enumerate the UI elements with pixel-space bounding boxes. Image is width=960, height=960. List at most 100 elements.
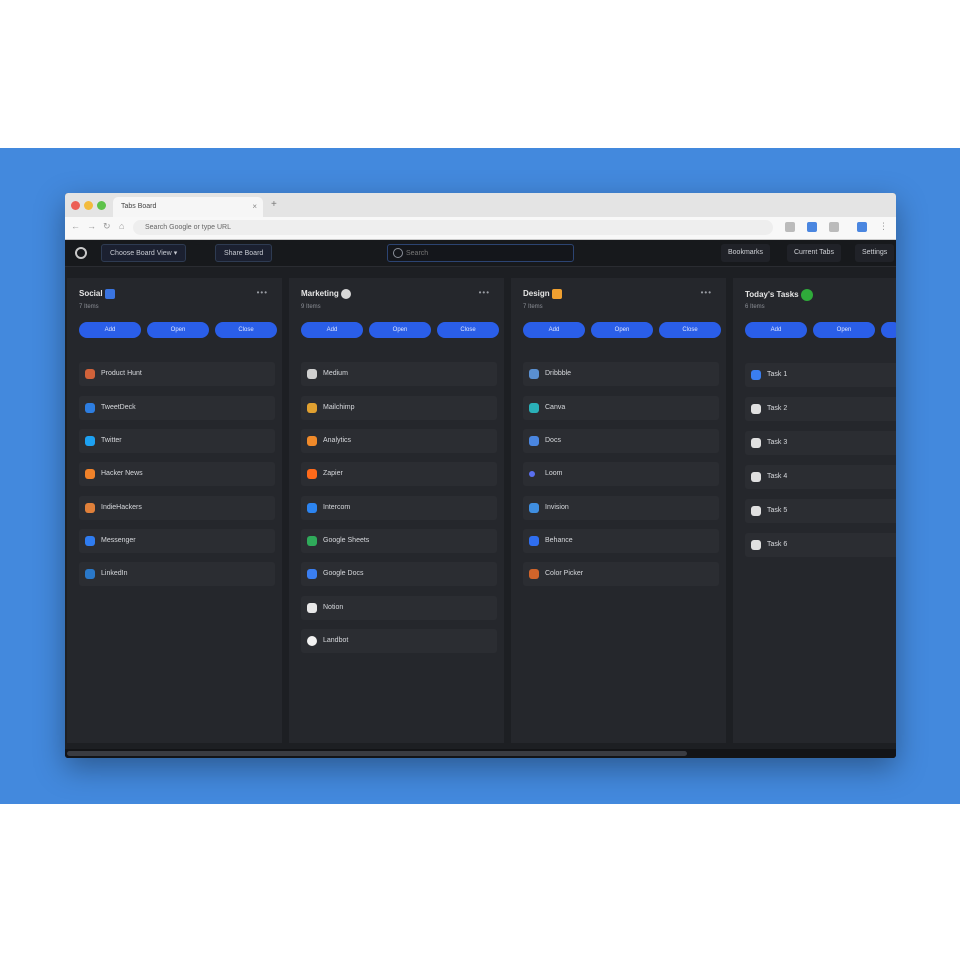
close-button[interactable]: Close [215,322,277,338]
site-favicon-icon [85,369,95,379]
site-favicon-icon [307,403,317,413]
current-tabs-button[interactable]: Current Tabs [787,244,841,262]
item-label: Task 1 [767,371,788,378]
search-input[interactable]: Search [387,244,574,262]
browser-menu-icon[interactable]: ⋮ [879,221,888,232]
close-button[interactable] [881,322,896,338]
list-item[interactable]: Loom [523,462,719,486]
extension-icon[interactable] [785,222,795,232]
home-icon[interactable]: ⌂ [119,221,124,231]
task-icon [751,506,761,516]
extension-icon[interactable] [807,222,817,232]
close-button[interactable]: Close [437,322,499,338]
minimize-window-button[interactable] [84,201,93,210]
list-item[interactable]: LinkedIn [79,562,275,586]
column-emoji-icon [104,289,115,299]
list-item[interactable]: Task 2 [745,397,896,421]
column-emoji-icon [551,289,562,299]
address-bar[interactable]: Search Google or type URL [133,220,773,235]
horizontal-scrollbar[interactable] [65,749,896,758]
board-select-button[interactable]: Choose Board View ▾ [101,244,187,262]
share-board-button[interactable]: Share Board [215,244,273,262]
profile-icon[interactable] [857,222,867,232]
site-favicon-icon [307,636,317,646]
list-item[interactable]: Mailchimp [301,396,497,420]
list-item[interactable]: Google Docs [301,562,497,586]
open-button[interactable]: Open [147,322,209,338]
add-button[interactable]: Add [79,322,141,338]
bookmarks-button[interactable]: Bookmarks [721,244,771,262]
site-favicon-icon [307,503,317,513]
site-favicon-icon [307,603,317,613]
settings-button[interactable]: Settings [855,244,895,262]
forward-icon[interactable]: → [87,221,96,231]
scrollbar-thumb[interactable] [67,751,687,756]
app-home-icon[interactable] [75,247,87,259]
column-title-text: Social [79,289,103,299]
list-item[interactable]: Google Sheets [301,529,497,553]
item-label: Color Picker [545,570,584,577]
close-tab-icon[interactable]: × [252,197,257,217]
list-item[interactable]: Task 3 [745,431,896,455]
item-label: Notion [323,604,344,611]
reload-icon[interactable]: ↻ [103,221,111,232]
list-item[interactable]: Hacker News [79,462,275,486]
task-icon [751,370,761,380]
maximize-window-button[interactable] [97,201,106,210]
list-item[interactable]: Zapier [301,462,497,486]
list-item[interactable]: Medium [301,362,497,386]
column-menu-icon[interactable]: ••• [479,288,490,297]
list-item[interactable]: Invision [523,496,719,520]
list-item[interactable]: Docs [523,429,719,453]
column-title: Social [79,289,115,299]
add-button[interactable]: Add [523,322,585,338]
site-favicon-icon [85,403,95,413]
column-title: Design [523,289,562,299]
list-item[interactable]: Color Picker [523,562,719,586]
open-button[interactable]: Open [369,322,431,338]
list-item[interactable]: Task 5 [745,499,896,523]
new-tab-button[interactable]: + [271,199,277,210]
site-favicon-icon [529,436,539,446]
browser-address-row: ← → ↻ ⌂ Search Google or type URL ⋮ [65,217,896,240]
open-button[interactable]: Open [591,322,653,338]
item-label: Twitter [101,437,122,444]
column-menu-icon[interactable]: ••• [701,288,712,297]
item-label: Intercom [323,504,351,511]
list-item[interactable]: Notion [301,596,497,620]
close-button[interactable]: Close [659,322,721,338]
close-window-button[interactable] [71,201,80,210]
item-label: Task 6 [767,541,788,548]
list-item[interactable]: IndieHackers [79,496,275,520]
add-button[interactable]: Add [301,322,363,338]
column-emoji-icon [800,289,813,301]
list-item[interactable]: TweetDeck [79,396,275,420]
list-item[interactable]: Canva [523,396,719,420]
item-label: Canva [545,404,566,411]
list-item[interactable]: Product Hunt [79,362,275,386]
column-menu-icon[interactable]: ••• [257,288,268,297]
list-item[interactable]: Behance [523,529,719,553]
column-marketing: Marketing 9 Items ••• Add Open Close Med… [289,278,504,743]
list-item[interactable]: Messenger [79,529,275,553]
open-button[interactable]: Open [813,322,875,338]
site-favicon-icon [529,569,539,579]
list-item[interactable]: Task 4 [745,465,896,489]
list-item[interactable]: Landbot [301,629,497,653]
task-icon [751,472,761,482]
back-icon[interactable]: ← [71,221,80,231]
site-favicon-icon [529,503,539,513]
extension-icon[interactable] [829,222,839,232]
list-item[interactable]: Task 1 [745,363,896,387]
site-favicon-icon [529,403,539,413]
list-item[interactable]: Twitter [79,429,275,453]
list-item[interactable]: Dribbble [523,362,719,386]
app-toolbar: Choose Board View ▾ Share Board Search B… [65,240,896,267]
site-favicon-icon [307,436,317,446]
list-item[interactable]: Task 6 [745,533,896,557]
list-item[interactable]: Analytics [301,429,497,453]
task-icon [751,404,761,414]
list-item[interactable]: Intercom [301,496,497,520]
add-button[interactable]: Add [745,322,807,338]
browser-tab[interactable]: Tabs Board × [113,197,263,217]
